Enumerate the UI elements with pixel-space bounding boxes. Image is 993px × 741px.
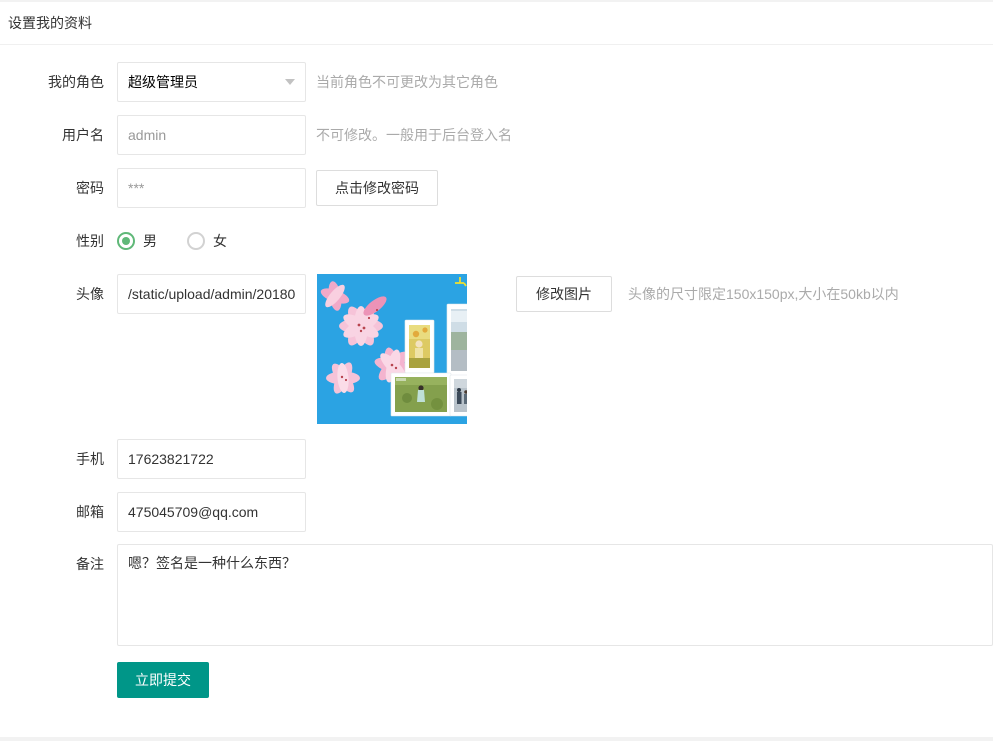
gender-option-male[interactable]: 男 — [117, 231, 157, 251]
panel-header: 设置我的资料 — [0, 2, 993, 45]
avatar-path-input[interactable] — [117, 274, 306, 314]
row-gender: 性别 男 女 — [0, 221, 993, 261]
row-role: 我的角色 超级管理员 当前角色不可更改为其它角色 — [0, 62, 993, 102]
profile-form: 我的角色 超级管理员 当前角色不可更改为其它角色 用户名 不可修改。一般用于后台… — [0, 45, 993, 698]
row-password: 密码 点击修改密码 — [0, 168, 993, 208]
row-email: 邮箱 — [0, 492, 993, 532]
username-input[interactable] — [117, 115, 306, 155]
chevron-down-icon — [285, 79, 295, 85]
gender-option-female[interactable]: 女 — [187, 231, 227, 251]
gender-male-label: 男 — [143, 231, 157, 251]
remark-label: 备注 — [0, 544, 104, 584]
change-password-button[interactable]: 点击修改密码 — [316, 170, 438, 206]
email-label: 邮箱 — [0, 492, 104, 532]
email-input[interactable] — [117, 492, 306, 532]
password-input[interactable] — [117, 168, 306, 208]
row-submit: 立即提交 — [0, 662, 993, 698]
avatar-preview-image — [317, 274, 467, 424]
remark-textarea[interactable]: 嗯？签名是一种什么东西？ — [117, 544, 993, 646]
role-label: 我的角色 — [0, 62, 104, 102]
username-hint: 不可修改。一般用于后台登入名 — [316, 115, 512, 155]
gender-radio-group: 男 女 — [117, 231, 257, 251]
page-bottom-strip — [0, 737, 993, 741]
role-select[interactable]: 超级管理员 — [117, 62, 306, 102]
password-label: 密码 — [0, 168, 104, 208]
phone-input[interactable] — [117, 439, 306, 479]
gender-label: 性别 — [0, 221, 104, 261]
radio-checked-icon[interactable] — [117, 232, 135, 250]
radio-unchecked-icon[interactable] — [187, 232, 205, 250]
submit-button[interactable]: 立即提交 — [117, 662, 209, 698]
avatar-hint: 头像的尺寸限定150x150px,大小在50kb以内 — [628, 274, 899, 314]
row-username: 用户名 不可修改。一般用于后台登入名 — [0, 115, 993, 155]
change-image-button[interactable]: 修改图片 — [516, 276, 612, 312]
role-select-value: 超级管理员 — [128, 72, 198, 92]
role-hint: 当前角色不可更改为其它角色 — [316, 62, 498, 102]
username-label: 用户名 — [0, 115, 104, 155]
row-phone: 手机 — [0, 439, 993, 479]
gender-female-label: 女 — [213, 231, 227, 251]
row-avatar: 头像 — [0, 274, 993, 424]
page-title: 设置我的资料 — [8, 13, 92, 33]
row-remark: 备注 嗯？签名是一种什么东西？ — [0, 544, 993, 646]
phone-label: 手机 — [0, 439, 104, 479]
avatar-label: 头像 — [0, 274, 104, 314]
